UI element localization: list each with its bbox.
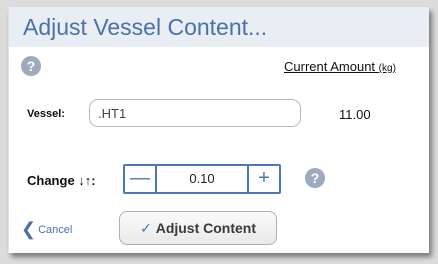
increment-button[interactable]: +	[247, 166, 279, 192]
adjust-content-button[interactable]: ✓ Adjust Content	[119, 211, 277, 245]
vessel-label: Vessel:	[27, 108, 65, 120]
adjust-vessel-dialog: Adjust Vessel Content... ? Current Amoun…	[8, 7, 429, 253]
change-value[interactable]: 0.10	[157, 166, 247, 192]
check-icon: ✓	[139, 220, 152, 236]
adjust-content-label: Adjust Content	[155, 220, 257, 236]
current-amount-header: Current Amount (kg)	[284, 59, 396, 74]
current-amount-unit: (kg)	[378, 63, 396, 74]
decrement-button[interactable]: —	[125, 166, 157, 192]
dialog-title: Adjust Vessel Content...	[23, 14, 268, 40]
change-help-icon[interactable]: ?	[305, 168, 325, 188]
change-stepper: — 0.10 +	[123, 164, 281, 194]
current-amount-value: 11.00	[339, 107, 371, 122]
chevron-left-icon: ❮	[21, 219, 37, 239]
cancel-label: Cancel	[38, 224, 73, 236]
help-icon[interactable]: ?	[21, 56, 41, 76]
title-bar: Adjust Vessel Content...	[9, 7, 429, 47]
vessel-input[interactable]	[89, 99, 301, 127]
cancel-button[interactable]: ❮ Cancel	[21, 219, 72, 240]
current-amount-label: Current Amount	[284, 59, 376, 74]
change-label: Change ↓↑:	[27, 173, 96, 188]
